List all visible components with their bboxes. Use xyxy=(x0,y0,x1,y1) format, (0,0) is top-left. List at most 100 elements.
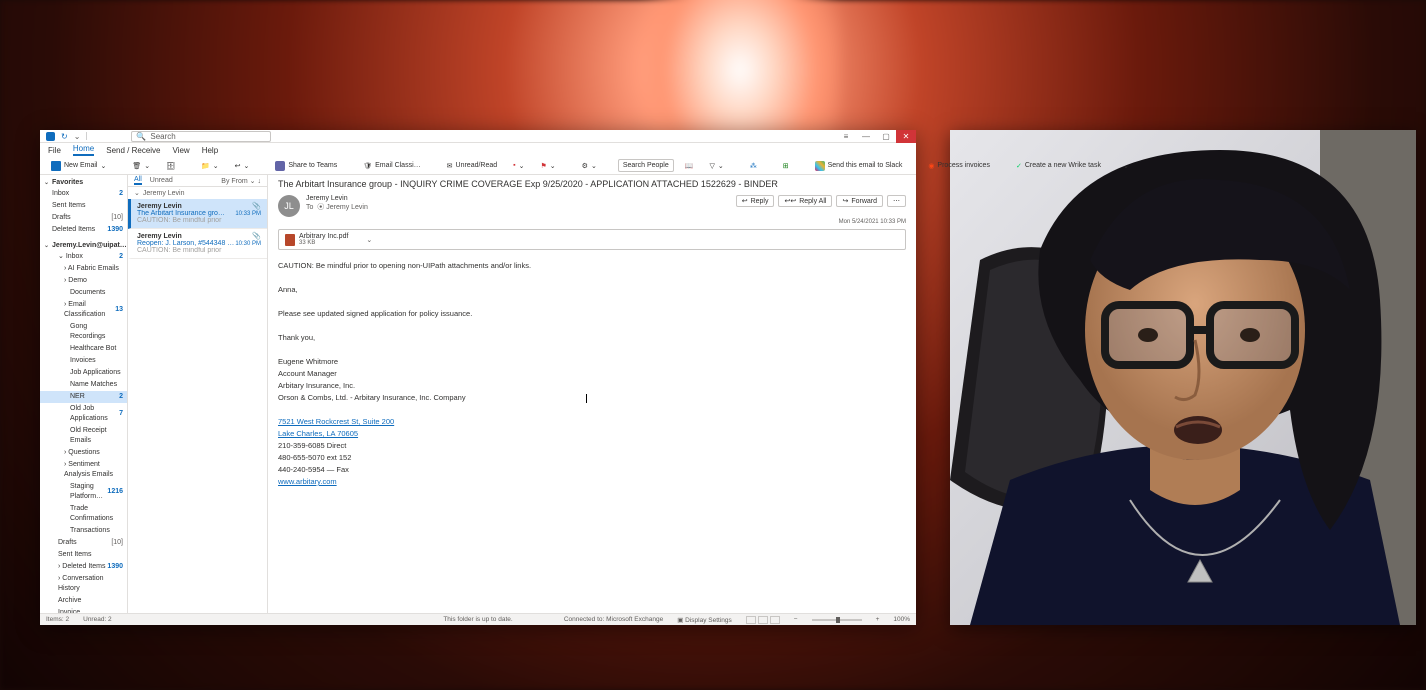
trash-icon: 🗑 xyxy=(132,162,141,170)
create-wrike-button[interactable]: ✓Create a new Wrike task xyxy=(1011,159,1106,173)
nav-transactions[interactable]: Transactions xyxy=(40,525,127,537)
search-people[interactable]: Search People xyxy=(618,159,674,172)
nav-convhist[interactable]: › Conversation History xyxy=(40,573,127,595)
flag-button[interactable]: ⚑⌄ xyxy=(536,159,561,173)
menu-view[interactable]: View xyxy=(173,146,190,155)
speaker-icon: ⁂ xyxy=(750,162,757,170)
zoom-out[interactable]: − xyxy=(794,616,798,623)
nav-deleted2[interactable]: › Deleted Items1390 xyxy=(40,561,127,573)
unread-read-button[interactable]: ✉Unread/Read xyxy=(442,159,503,173)
filter-button[interactable]: ▽⌄ xyxy=(704,159,728,173)
addressbook-button[interactable]: 📖 xyxy=(680,159,699,173)
sort-dropdown[interactable]: By From ⌄ ↓ xyxy=(221,177,261,185)
status-unread: Unread: 2 xyxy=(83,616,112,623)
menu-send-receive[interactable]: Send / Receive xyxy=(106,146,160,155)
menu-file[interactable]: File xyxy=(48,146,61,155)
qat-sync-icon[interactable]: ↻ xyxy=(61,132,68,141)
display-settings[interactable]: ▣ Display Settings xyxy=(677,616,732,624)
nav-gong[interactable]: Gong Recordings xyxy=(40,321,127,343)
archive-button[interactable]: 🗄 xyxy=(161,159,180,173)
reply-button[interactable]: ↩⌄ xyxy=(230,159,255,173)
email-date: Mon 5/24/2021 10:33 PM xyxy=(268,219,916,225)
list-group[interactable]: ⌄Jeremy Levin xyxy=(128,187,267,199)
reply-action[interactable]: ↩Reply xyxy=(736,195,775,207)
status-uptodate: This folder is up to date. xyxy=(443,616,512,623)
book-icon: 📖 xyxy=(685,162,694,170)
message-item-1[interactable]: 📎 Jeremy Levin The Arbitart Insurance gr… xyxy=(128,199,267,229)
wrike-icon: ✓ xyxy=(1016,162,1022,170)
menu-bar: File Home Send / Receive View Help xyxy=(40,143,916,157)
nav-documents[interactable]: Documents xyxy=(40,287,127,299)
nav-emailclass[interactable]: › Email Classification13 xyxy=(40,299,127,321)
recipient: To ⦿ Jeremy Levin xyxy=(306,202,730,212)
chevron-down-icon[interactable]: ⌄ xyxy=(366,236,372,244)
close-button[interactable]: ✕ xyxy=(896,130,916,143)
attachment[interactable]: Arbitrary Inc.pdf33 KB ⌄ xyxy=(278,229,906,250)
nav-tradeconf[interactable]: Trade Confirmations xyxy=(40,503,127,525)
reply-all-icon: ↩↩ xyxy=(784,197,796,205)
nav-deleted[interactable]: Deleted Items1390 xyxy=(40,224,127,236)
process-invoices-button[interactable]: ◉Process invoices xyxy=(923,159,995,173)
share-teams-button[interactable]: Share to Teams xyxy=(270,158,342,174)
zoom-slider[interactable] xyxy=(812,619,862,621)
new-email-button[interactable]: New Email⌄ xyxy=(46,158,111,174)
nav-inbox[interactable]: Inbox2 xyxy=(40,188,127,200)
status-bar: Items: 2 Unread: 2 This folder is up to … xyxy=(40,613,916,625)
email-classify-button[interactable]: 🛡Email Classi… xyxy=(358,159,425,173)
nav-invoices[interactable]: Invoices xyxy=(40,355,127,367)
menu-home[interactable]: Home xyxy=(73,144,94,156)
get-addins-button[interactable]: ⊞ xyxy=(778,159,794,173)
nav-oldjob[interactable]: Old Job Applications7 xyxy=(40,403,127,425)
outlook-window: ↻ ⌄ 🔍 Search ≡ — ▢ ✕ File Home Send / Re… xyxy=(40,130,916,625)
nav-drafts2[interactable]: Drafts[10] xyxy=(40,537,127,549)
zoom-level: 100% xyxy=(893,616,910,623)
send-slack-button[interactable]: Send this email to Slack xyxy=(810,158,908,174)
menu-help[interactable]: Help xyxy=(202,146,218,155)
tab-all[interactable]: All xyxy=(134,176,142,185)
qat-dropdown[interactable]: ⌄ xyxy=(74,132,81,141)
maximize-button[interactable]: ▢ xyxy=(876,130,896,143)
nav-namematch[interactable]: Name Matches xyxy=(40,379,127,391)
rules-button[interactable]: ⚙⌄ xyxy=(577,159,602,173)
nav-inbox-acct[interactable]: ⌄ Inbox2 xyxy=(40,251,127,263)
view-buttons[interactable] xyxy=(746,616,780,624)
nav-demo[interactable]: › Demo xyxy=(40,275,127,287)
message-item-2[interactable]: 📎 Jeremy Levin Reopen: J. Larson, #54434… xyxy=(128,229,267,259)
delete-button[interactable]: 🗑⌄ xyxy=(127,159,155,173)
tab-unread[interactable]: Unread xyxy=(150,177,173,184)
pdf-icon xyxy=(285,234,295,246)
reply-all-action[interactable]: ↩↩Reply All xyxy=(778,195,832,207)
envelope-icon: ✉ xyxy=(447,162,453,170)
nav-sentiment[interactable]: › Sentiment Analysis Emails xyxy=(40,459,127,481)
nav-sent[interactable]: Sent Items xyxy=(40,200,127,212)
nav-healthcare[interactable]: Healthcare Bot xyxy=(40,343,127,355)
text-cursor xyxy=(586,394,587,403)
addin-icon: ⊞ xyxy=(783,162,789,170)
nav-ner[interactable]: NER2 xyxy=(40,391,127,403)
minimize-button[interactable]: — xyxy=(856,130,876,143)
search-box[interactable]: 🔍 Search xyxy=(131,131,271,142)
move-button[interactable]: 📁⌄ xyxy=(196,159,224,173)
zoom-in[interactable]: + xyxy=(876,616,880,623)
reply-icon: ↩ xyxy=(235,162,241,170)
nav-oldreceipt[interactable]: Old Receipt Emails xyxy=(40,425,127,447)
attachment-icon: 📎 xyxy=(252,232,261,240)
status-items: Items: 2 xyxy=(46,616,69,623)
nav-staging[interactable]: Staging Platform…1216 xyxy=(40,481,127,503)
nav-drafts[interactable]: Drafts[10] xyxy=(40,212,127,224)
categorize-button[interactable]: ▪⌄ xyxy=(508,159,529,173)
folder-pane: ⌄Favorites Inbox2 Sent Items Drafts[10] … xyxy=(40,175,128,613)
email-body: CAUTION: Be mindful prior to opening non… xyxy=(268,254,916,494)
nav-aifabric[interactable]: › AI Fabric Emails xyxy=(40,263,127,275)
ribbon-display-icon[interactable]: ≡ xyxy=(836,130,856,143)
more-action[interactable]: ⋯ xyxy=(887,195,906,207)
nav-sent2[interactable]: Sent Items xyxy=(40,549,127,561)
favorites-header[interactable]: ⌄Favorites xyxy=(40,177,127,188)
forward-action[interactable]: ↪Forward xyxy=(836,195,883,207)
ribbon-chevron[interactable]: ⌄ xyxy=(1118,159,1134,173)
nav-archive[interactable]: Archive xyxy=(40,595,127,607)
nav-jobapps[interactable]: Job Applications xyxy=(40,367,127,379)
nav-questions[interactable]: › Questions xyxy=(40,447,127,459)
account-header[interactable]: ⌄Jeremy.Levin@uipat… xyxy=(40,240,127,251)
read-aloud-button[interactable]: ⁂ xyxy=(745,159,762,173)
